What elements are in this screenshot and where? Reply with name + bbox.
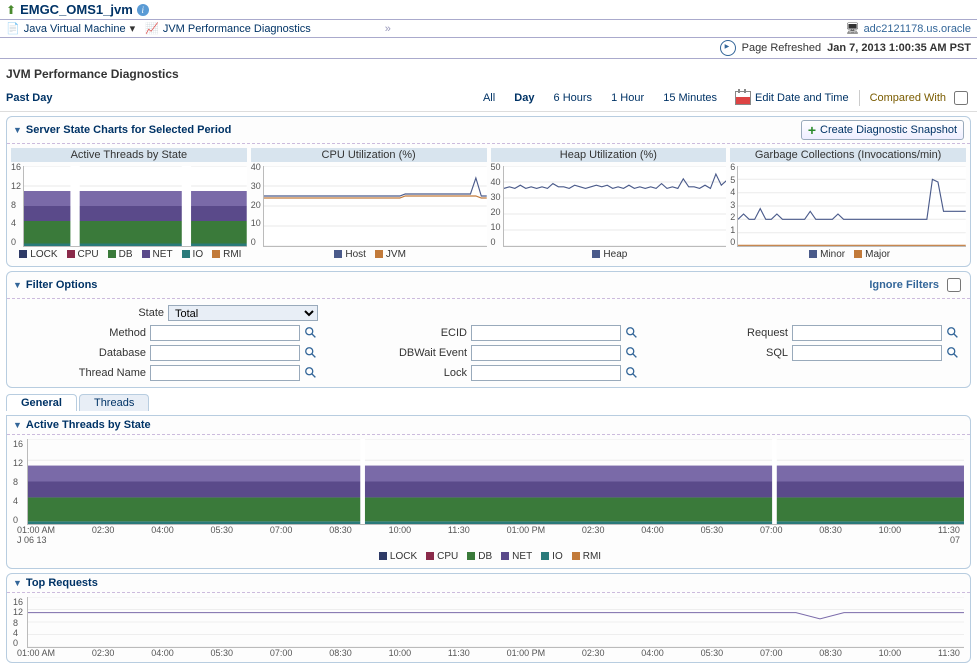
server-icon: 🖥 bbox=[846, 22, 860, 35]
chart-title: Heap Utilization (%) bbox=[491, 148, 727, 162]
search-icon[interactable] bbox=[946, 326, 960, 340]
small-chart bbox=[737, 166, 966, 247]
filter-title: Filter Options bbox=[26, 279, 98, 291]
tab-threads[interactable]: Threads bbox=[79, 394, 149, 411]
chart-title: Active Threads by State bbox=[11, 148, 247, 162]
lock-label: Lock bbox=[444, 367, 467, 379]
page-target-title[interactable]: EMGC_OMS1_jvm bbox=[20, 2, 133, 17]
refresh-label: Page Refreshed bbox=[742, 42, 822, 54]
breadcrumb-jvm[interactable]: Java Virtual Machine bbox=[24, 23, 126, 35]
top-requests-chart bbox=[27, 597, 964, 648]
active-threads-chart bbox=[27, 439, 964, 525]
thread-input[interactable] bbox=[150, 365, 300, 381]
sql-label: SQL bbox=[766, 347, 788, 359]
server-state-title: Server State Charts for Selected Period bbox=[26, 124, 231, 136]
state-label: State bbox=[138, 307, 164, 319]
search-icon[interactable] bbox=[304, 326, 318, 340]
request-label: Request bbox=[747, 327, 788, 339]
xlabel-end: 07 bbox=[950, 535, 960, 545]
compared-with-checkbox[interactable] bbox=[954, 91, 968, 105]
tab-general[interactable]: General bbox=[6, 394, 77, 411]
active-threads-title: Active Threads by State bbox=[26, 419, 151, 431]
vm-icon: 📄 bbox=[6, 22, 20, 35]
dbwait-label: DBWait Event bbox=[399, 347, 467, 359]
breadcrumb-perf[interactable]: JVM Performance Diagnostics bbox=[163, 23, 311, 35]
breadcrumb-sep: ▾ bbox=[130, 22, 136, 35]
ignore-filters-checkbox[interactable] bbox=[947, 278, 961, 292]
ignore-filters-label: Ignore Filters bbox=[869, 279, 939, 291]
request-input[interactable] bbox=[792, 325, 942, 341]
range-all[interactable]: All bbox=[483, 92, 495, 104]
method-label: Method bbox=[109, 327, 146, 339]
small-chart bbox=[263, 166, 487, 247]
dbwait-input[interactable] bbox=[471, 345, 621, 361]
xlabel-start: J 06 13 bbox=[17, 535, 47, 545]
refresh-icon[interactable] bbox=[720, 40, 736, 56]
compared-with-label: Compared With bbox=[870, 92, 946, 104]
ecid-label: ECID bbox=[441, 327, 467, 339]
method-input[interactable] bbox=[150, 325, 300, 341]
database-input[interactable] bbox=[150, 345, 300, 361]
breadcrumb-more[interactable]: » bbox=[385, 23, 391, 35]
server-name[interactable]: adc2121178.us.oracle bbox=[864, 23, 971, 35]
info-icon[interactable]: i bbox=[137, 4, 149, 16]
refresh-time: Jan 7, 2013 1:00:35 AM PST bbox=[827, 42, 971, 54]
lock-input[interactable] bbox=[471, 365, 621, 381]
sql-input[interactable] bbox=[792, 345, 942, 361]
search-icon[interactable] bbox=[625, 346, 639, 360]
ecid-input[interactable] bbox=[471, 325, 621, 341]
search-icon[interactable] bbox=[625, 366, 639, 380]
range-day[interactable]: Day bbox=[514, 92, 534, 104]
small-chart bbox=[503, 166, 727, 247]
search-icon[interactable] bbox=[625, 326, 639, 340]
small-chart bbox=[23, 166, 247, 247]
collapse-icon[interactable]: ▼ bbox=[13, 578, 22, 588]
collapse-icon[interactable]: ▼ bbox=[13, 125, 22, 135]
search-icon[interactable] bbox=[946, 346, 960, 360]
collapse-icon[interactable]: ▼ bbox=[13, 280, 22, 290]
state-select[interactable]: Total bbox=[168, 305, 318, 321]
calendar-icon bbox=[735, 91, 751, 105]
perf-icon: 📈 bbox=[145, 22, 159, 35]
period-label: Past Day bbox=[6, 92, 52, 104]
top-requests-title: Top Requests bbox=[26, 577, 98, 589]
search-icon[interactable] bbox=[304, 366, 318, 380]
edit-date-time[interactable]: Edit Date and Time bbox=[735, 91, 849, 105]
chart-title: CPU Utilization (%) bbox=[251, 148, 487, 162]
search-icon[interactable] bbox=[304, 346, 318, 360]
collapse-icon[interactable]: ▼ bbox=[13, 420, 22, 430]
chart-title: Garbage Collections (Invocations/min) bbox=[730, 148, 966, 162]
range-1h[interactable]: 1 Hour bbox=[611, 92, 644, 104]
database-label: Database bbox=[99, 347, 146, 359]
plus-icon: + bbox=[808, 122, 816, 138]
page-title: JVM Performance Diagnostics bbox=[0, 59, 977, 85]
thread-label: Thread Name bbox=[79, 367, 146, 379]
range-15m[interactable]: 15 Minutes bbox=[663, 92, 717, 104]
create-snapshot-button[interactable]: + Create Diagnostic Snapshot bbox=[801, 120, 964, 140]
range-6h[interactable]: 6 Hours bbox=[554, 92, 593, 104]
home-icon[interactable]: ⬆ bbox=[6, 3, 16, 17]
